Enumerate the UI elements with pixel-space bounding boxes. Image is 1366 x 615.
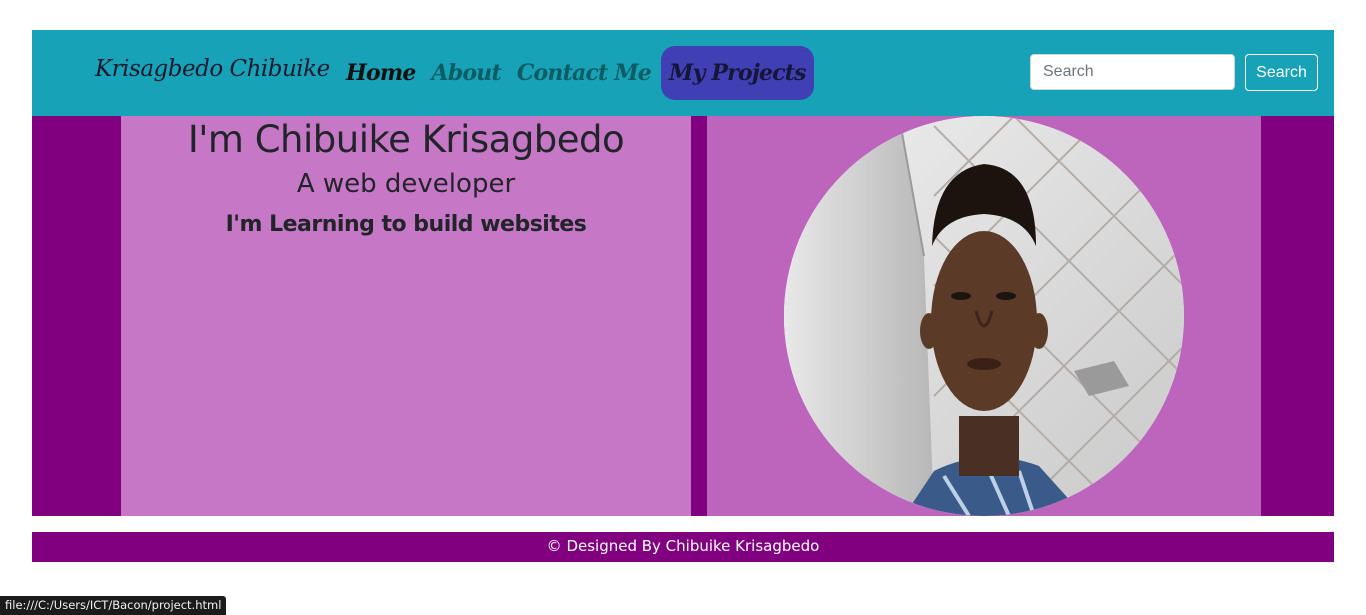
intro-panel: I'm Chibuike Krisagbedo A web developer …: [121, 116, 691, 516]
brand-logo[interactable]: Krisagbedo Chibuike: [95, 56, 330, 82]
search-button[interactable]: Search: [1245, 54, 1318, 91]
profile-photo: [784, 116, 1184, 516]
photo-panel: [707, 116, 1261, 516]
navbar: Krisagbedo Chibuike Home About Contact M…: [32, 30, 1334, 116]
nav-link-home[interactable]: Home: [338, 46, 424, 100]
nav-link-my-projects[interactable]: My Projects: [661, 46, 814, 100]
nav-link-contact[interactable]: Contact Me: [509, 46, 659, 100]
footer: © Designed By Chibuike Krisagbedo: [32, 532, 1334, 562]
subheadline: A web developer: [296, 169, 516, 199]
nav-link-about[interactable]: About: [424, 46, 509, 100]
person-photo-icon: [784, 116, 1184, 516]
tagline: I'm Learning to build websites: [225, 212, 587, 237]
status-bar-url: file:///C:/Users/ICT/Bacon/project.html: [0, 596, 227, 615]
headline: I'm Chibuike Krisagbedo: [187, 118, 625, 161]
nav-links: Home About Contact Me My Projects: [338, 46, 814, 100]
hero-section: I'm Chibuike Krisagbedo A web developer …: [32, 116, 1334, 516]
search-input[interactable]: [1030, 54, 1235, 90]
